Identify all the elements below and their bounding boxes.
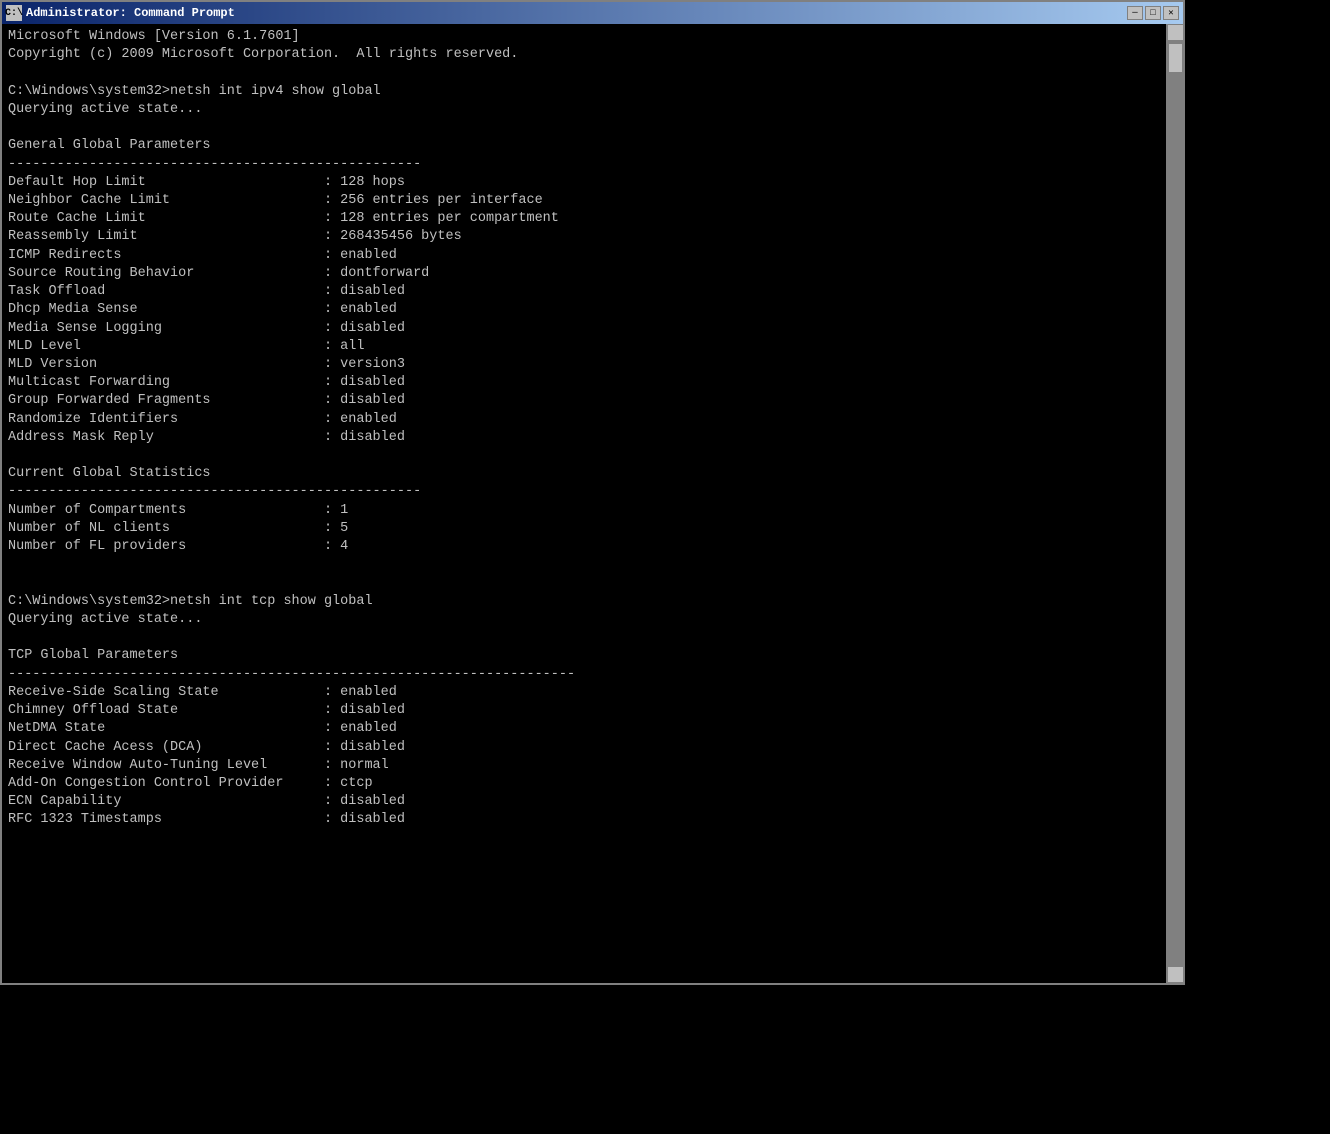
title-bar-buttons: ─ □ ✕	[1127, 6, 1179, 20]
terminal-output[interactable]: Microsoft Windows [Version 6.1.7601] Cop…	[2, 24, 1166, 983]
scroll-thumb[interactable]	[1168, 43, 1183, 73]
minimize-button[interactable]: ─	[1127, 6, 1143, 20]
content-area: Microsoft Windows [Version 6.1.7601] Cop…	[2, 24, 1183, 983]
scrollbar[interactable]: ▲ ▼	[1166, 24, 1183, 983]
close-button[interactable]: ✕	[1163, 6, 1179, 20]
scroll-track[interactable]	[1167, 41, 1183, 966]
title-bar: C:\ Administrator: Command Prompt ─ □ ✕	[2, 2, 1183, 24]
window-frame: C:\ Administrator: Command Prompt ─ □ ✕ …	[0, 0, 1185, 985]
window-title: Administrator: Command Prompt	[26, 6, 235, 20]
cmd-icon: C:\	[6, 5, 22, 21]
scroll-up-arrow[interactable]: ▲	[1167, 24, 1184, 41]
maximize-button[interactable]: □	[1145, 6, 1161, 20]
title-bar-left: C:\ Administrator: Command Prompt	[6, 5, 235, 21]
scroll-down-arrow[interactable]: ▼	[1167, 966, 1184, 983]
